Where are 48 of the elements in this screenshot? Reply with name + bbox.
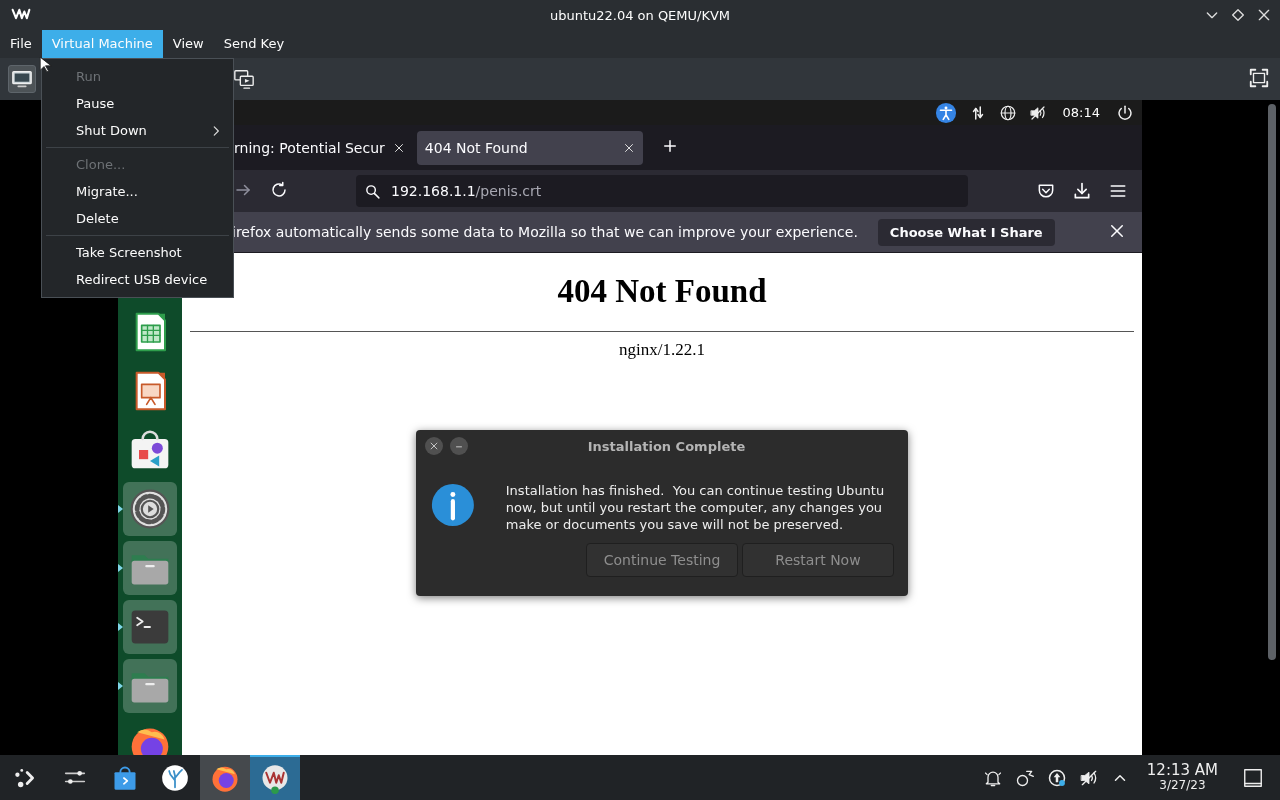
- update-icon[interactable]: [1046, 767, 1067, 788]
- menu-item[interactable]: Delete: [42, 205, 233, 232]
- app-logo-icon[interactable]: [260, 763, 290, 794]
- clock-time: 12:13 AM: [1146, 763, 1218, 780]
- close-icon[interactable]: [1256, 7, 1272, 23]
- menu-item[interactable]: Send Key: [213, 30, 295, 58]
- close-icon[interactable]: [392, 141, 405, 154]
- dialog-message: Installation has finished. You can continue testing Ubuntu now, but until you restart the computer, any changes you make or documents you save will not be preserved.: [505, 482, 886, 533]
- scrollbar[interactable]: [1268, 104, 1276, 660]
- dialog-title: Installation Complete: [587, 438, 746, 454]
- url-text: 192.168.1.1/penis.crt: [391, 183, 542, 199]
- running-indicator: [118, 682, 123, 690]
- choose-what-i-share-button[interactable]: Choose What I Share: [877, 218, 1055, 246]
- power-icon[interactable]: [1116, 103, 1134, 122]
- menu-item[interactable]: Migrate...: [42, 178, 233, 205]
- menu-item[interactable]: Pause: [42, 90, 233, 117]
- running-indicator: [118, 623, 123, 631]
- clock-time: 08:14: [1062, 105, 1100, 120]
- running-indicator: [118, 564, 123, 572]
- fullscreen-icon[interactable]: [1248, 66, 1270, 89]
- page-heading: 404 Not Found: [557, 273, 767, 310]
- server-version: nginx/1.22.1: [619, 340, 705, 360]
- reload-icon[interactable]: [270, 180, 288, 199]
- menu-item[interactable]: Redirect USB device: [42, 266, 233, 293]
- menu-item[interactable]: Take Screenshot: [42, 239, 233, 266]
- browser-tab[interactable]: 404 Not Found: [416, 130, 643, 165]
- info-icon: [430, 482, 476, 528]
- coral-icon[interactable]: [161, 763, 189, 792]
- dialog-button[interactable]: Continue Testing: [586, 543, 738, 577]
- dialog-button[interactable]: Restart Now: [742, 543, 894, 577]
- taskbar-task[interactable]: [200, 755, 250, 800]
- close-icon[interactable]: [622, 141, 635, 154]
- search-icon[interactable]: [364, 182, 381, 200]
- menu-item[interactable]: File: [0, 30, 42, 58]
- globe-icon[interactable]: [998, 103, 1017, 122]
- maximize-icon[interactable]: [1230, 7, 1246, 23]
- clock[interactable]: 12:13 AM 3/27/23: [1146, 763, 1218, 792]
- menu-item[interactable]: View: [162, 30, 214, 58]
- window-title: ubuntu22.04 on QEMU/KVM: [549, 7, 731, 23]
- minimize-button[interactable]: [450, 437, 468, 455]
- clock-date: 3/27/23: [1159, 779, 1206, 792]
- accessibility-icon[interactable]: [934, 101, 957, 124]
- show-desktop-icon[interactable]: [1242, 766, 1264, 789]
- taskbar-task[interactable]: [250, 755, 300, 800]
- running-indicator: [118, 505, 123, 513]
- download-icon[interactable]: [1072, 181, 1092, 201]
- close-button[interactable]: [425, 437, 443, 455]
- address-field[interactable]: 192.168.1.1/penis.crt: [356, 175, 968, 207]
